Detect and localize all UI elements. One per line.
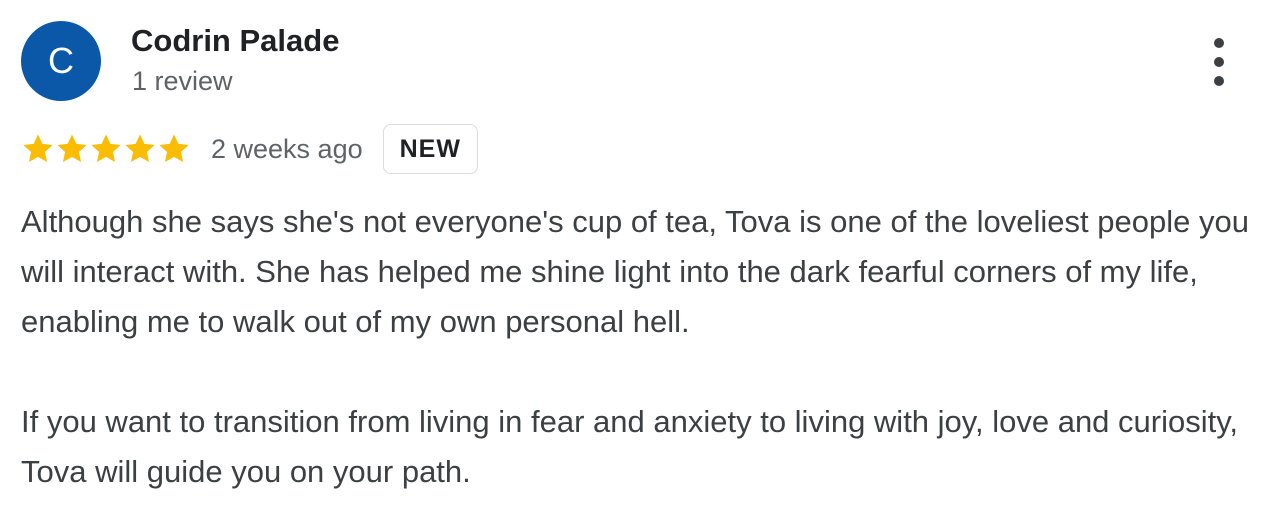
more-vert-icon <box>1214 38 1224 48</box>
more-options-button[interactable] <box>1199 38 1239 86</box>
star-icon <box>91 134 121 163</box>
review-count: 1 review <box>132 66 233 96</box>
review-card: C Codrin Palade 1 review 2 weeks ago NEW… <box>0 0 1269 519</box>
star-icon <box>23 134 53 163</box>
review-date: 2 weeks ago <box>211 133 363 164</box>
star-icon <box>57 134 87 163</box>
star-icon <box>159 134 189 163</box>
rating-row: 2 weeks ago NEW <box>21 123 478 175</box>
review-text: Although she says she's not everyone's c… <box>21 197 1256 497</box>
review-paragraph: If you want to transition from living in… <box>21 404 1239 489</box>
star-rating <box>21 123 191 175</box>
avatar[interactable]: C <box>21 21 101 101</box>
reviewer-name[interactable]: Codrin Palade <box>131 23 339 59</box>
new-badge: NEW <box>382 124 478 174</box>
avatar-initial: C <box>48 40 74 81</box>
review-paragraph: Although she says she's not everyone's c… <box>21 204 1249 339</box>
star-icon <box>125 134 155 163</box>
